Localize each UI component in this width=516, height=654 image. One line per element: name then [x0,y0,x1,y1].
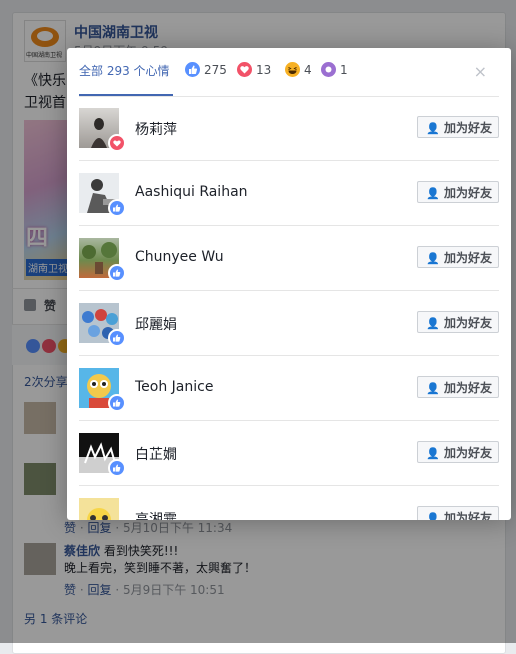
list-item: 白芷嫺 👤 加为好友 [79,421,499,486]
add-friend-label: 加为好友 [443,121,492,135]
like-badge-icon [108,264,126,282]
add-person-icon: 👤 [426,512,440,520]
like-badge-icon [108,394,126,412]
person-name[interactable]: 杨莉萍 [135,119,177,139]
love-badge-icon [108,134,126,152]
list-item: 邱麗娟 👤 加为好友 [79,291,499,356]
reactions-dialog: 全部 293 个心情 275 13 4 1 × 杨莉萍 👤 加为好友 Aashi… [67,48,511,520]
haha-count: 4 [304,63,312,77]
tab-all-label: 全部 293 个心情 [79,64,170,78]
reaction-tabs: 全部 293 个心情 275 13 4 1 × [79,48,499,97]
person-name[interactable]: 白芷嫺 [135,444,177,464]
list-item: 杨莉萍 👤 加为好友 [79,96,499,161]
list-item: Chunyee Wu 👤 加为好友 [79,226,499,291]
list-item: Aashiqui Raihan 👤 加为好友 [79,161,499,226]
add-friend-label: 加为好友 [443,446,492,460]
add-friend-label: 加为好友 [443,186,492,200]
add-person-icon: 👤 [426,382,440,395]
tab-haha[interactable]: 4 [285,62,312,96]
add-person-icon: 👤 [426,252,440,265]
close-icon[interactable]: × [474,62,487,81]
tab-like[interactable]: 275 [185,62,227,96]
tab-love[interactable]: 13 [237,62,271,96]
wow-count: 1 [340,63,348,77]
person-name[interactable]: 邱麗娟 [135,314,177,334]
tab-wow[interactable]: 1 [321,62,348,96]
add-friend-label: 加为好友 [443,316,492,330]
person-name[interactable]: Chunyee Wu [135,249,224,265]
list-item: 高湘霙 👤 加为好友 [79,486,499,520]
like-badge-icon [108,329,126,347]
like-badge-icon [108,459,126,477]
add-friend-button[interactable]: 👤 加为好友 [417,441,499,463]
add-friend-label: 加为好友 [443,251,492,265]
haha-icon [285,62,300,77]
add-friend-button[interactable]: 👤 加为好友 [417,376,499,398]
person-name[interactable]: 高湘霙 [135,509,177,520]
love-count: 13 [256,63,272,77]
add-person-icon: 👤 [426,122,440,135]
add-person-icon: 👤 [426,317,440,330]
tab-all[interactable]: 全部 293 个心情 [79,62,173,96]
add-friend-label: 加为好友 [443,381,492,395]
like-badge-icon [108,199,126,217]
add-friend-button[interactable]: 👤 加为好友 [417,116,499,138]
add-friend-button[interactable]: 👤 加为好友 [417,506,499,520]
avatar[interactable] [79,498,119,520]
like-count: 275 [204,63,227,77]
add-friend-label: 加为好友 [443,511,492,520]
like-icon [185,62,200,77]
person-name[interactable]: Teoh Janice [135,379,213,395]
add-person-icon: 👤 [426,447,440,460]
add-friend-button[interactable]: 👤 加为好友 [417,311,499,333]
add-friend-button[interactable]: 👤 加为好友 [417,246,499,268]
love-icon [237,62,252,77]
list-item: Teoh Janice 👤 加为好友 [79,356,499,421]
person-name[interactable]: Aashiqui Raihan [135,184,248,200]
add-friend-button[interactable]: 👤 加为好友 [417,181,499,203]
add-person-icon: 👤 [426,187,440,200]
wow-icon [321,62,336,77]
